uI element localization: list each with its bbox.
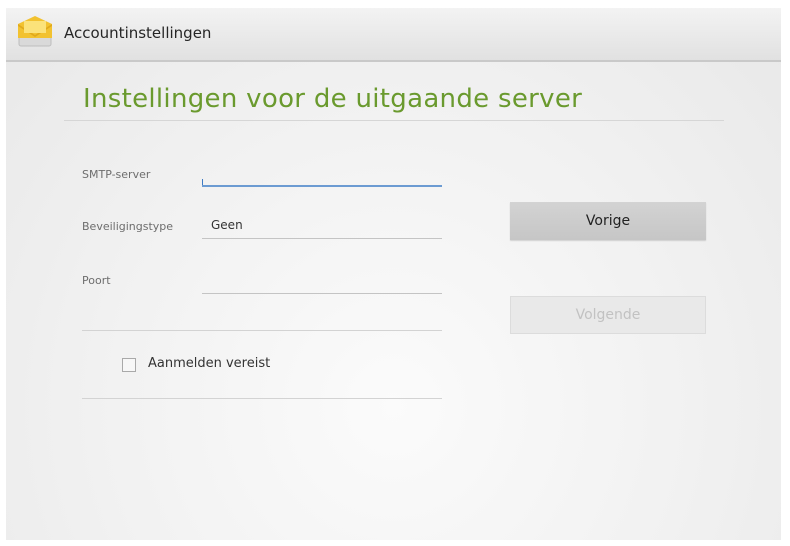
email-app-icon[interactable] (16, 16, 54, 48)
port-underline (202, 293, 442, 294)
login-required-label[interactable]: Aanmelden vereist (148, 356, 270, 371)
port-label: Poort (82, 274, 111, 287)
section-divider-bottom (82, 398, 442, 399)
smtp-server-focus-underline (202, 185, 442, 187)
screen: Accountinstellingen Instellingen voor de… (6, 8, 781, 540)
next-button-disabled[interactable]: Volgende (510, 296, 706, 334)
page-title: Instellingen voor de uitgaande server (83, 84, 583, 114)
app-title: Accountinstellingen (64, 24, 212, 42)
previous-button[interactable]: Vorige (510, 202, 706, 240)
section-divider-top (82, 330, 442, 331)
action-bar: Accountinstellingen (6, 8, 781, 62)
heading-divider (64, 120, 724, 121)
login-required-checkbox[interactable] (122, 358, 136, 372)
security-type-label: Beveiligingstype (82, 220, 174, 233)
security-type-underline (202, 238, 442, 239)
text-cursor (202, 179, 203, 185)
smtp-server-input[interactable] (202, 166, 442, 184)
port-input[interactable] (202, 274, 442, 292)
security-type-select[interactable]: Geen (211, 218, 243, 232)
smtp-server-label: SMTP-server (82, 168, 151, 181)
